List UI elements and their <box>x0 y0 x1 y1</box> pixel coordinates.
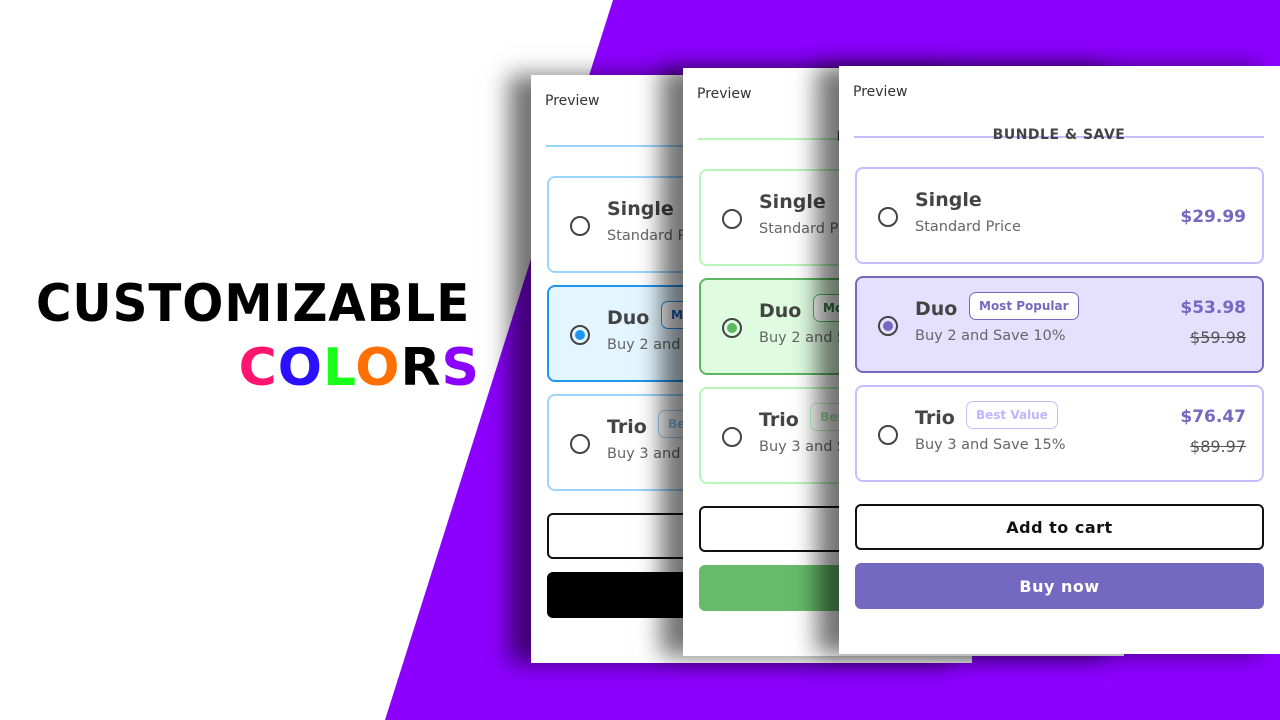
option-title: Trio <box>759 409 799 431</box>
option-original-price: $89.97 <box>1190 437 1246 456</box>
preview-label: Preview <box>545 93 600 109</box>
option-title: Single <box>915 189 982 211</box>
radio-button[interactable] <box>570 325 590 345</box>
radio-button[interactable] <box>722 209 742 229</box>
option-title: Trio <box>607 416 647 438</box>
option-title: Trio <box>915 407 955 429</box>
radio-button[interactable] <box>570 434 590 454</box>
headline-letter: C <box>238 338 278 398</box>
option-subtitle: Buy 3 and Save 15% <box>915 437 1066 453</box>
headline-letter: S <box>441 338 480 398</box>
radio-button[interactable] <box>878 207 898 227</box>
section-divider: BUNDLE & SAVE <box>854 127 1264 143</box>
radio-selected-dot <box>575 330 585 340</box>
bundle-option-duo[interactable]: Duo Most Popular Buy 2 and Save 10% $53.98 $… <box>855 276 1264 373</box>
option-title: Duo <box>759 300 802 322</box>
option-subtitle: Buy 2 and Save 10% <box>915 328 1066 344</box>
option-badge: Best Value <box>966 401 1058 429</box>
option-badge: Most Popular <box>969 292 1079 320</box>
radio-button[interactable] <box>722 318 742 338</box>
headline-letter: R <box>400 338 442 398</box>
add-to-cart-button[interactable]: Add to cart <box>855 504 1264 550</box>
preview-label: Preview <box>853 84 908 100</box>
headline-letter: O <box>355 338 401 398</box>
radio-button[interactable] <box>878 425 898 445</box>
option-price: $76.47 <box>1180 407 1246 427</box>
option-title: Duo <box>915 298 958 320</box>
option-title: Single <box>607 198 674 220</box>
option-price: $29.99 <box>1180 207 1246 227</box>
buy-now-button[interactable]: Buy now <box>855 563 1264 609</box>
radio-selected-dot <box>883 321 893 331</box>
headline-letter: L <box>323 338 356 398</box>
headline-line-2: COLORS <box>36 336 480 400</box>
headline-letter: O <box>277 338 323 398</box>
bundle-option-single[interactable]: Single Standard Price $29.99 <box>855 167 1264 264</box>
headline-line-1: CUSTOMIZABLE <box>36 274 471 334</box>
bundle-widget-preview-purple: Preview BUNDLE & SAVE Single Standard Price… <box>839 66 1280 654</box>
bundle-option-trio[interactable]: Trio Best Value Buy 3 and Save 15% $76.47 $8… <box>855 385 1264 482</box>
preview-label: Preview <box>697 86 752 102</box>
radio-button[interactable] <box>878 316 898 336</box>
option-price: $53.98 <box>1180 298 1246 318</box>
radio-button[interactable] <box>570 216 590 236</box>
radio-selected-dot <box>727 323 737 333</box>
radio-button[interactable] <box>722 427 742 447</box>
headline: CUSTOMIZABLE COLORS <box>36 272 480 400</box>
option-subtitle: Standard Price <box>915 219 1021 235</box>
option-original-price: $59.98 <box>1190 328 1246 347</box>
option-title: Single <box>759 191 826 213</box>
option-title: Duo <box>607 307 650 329</box>
